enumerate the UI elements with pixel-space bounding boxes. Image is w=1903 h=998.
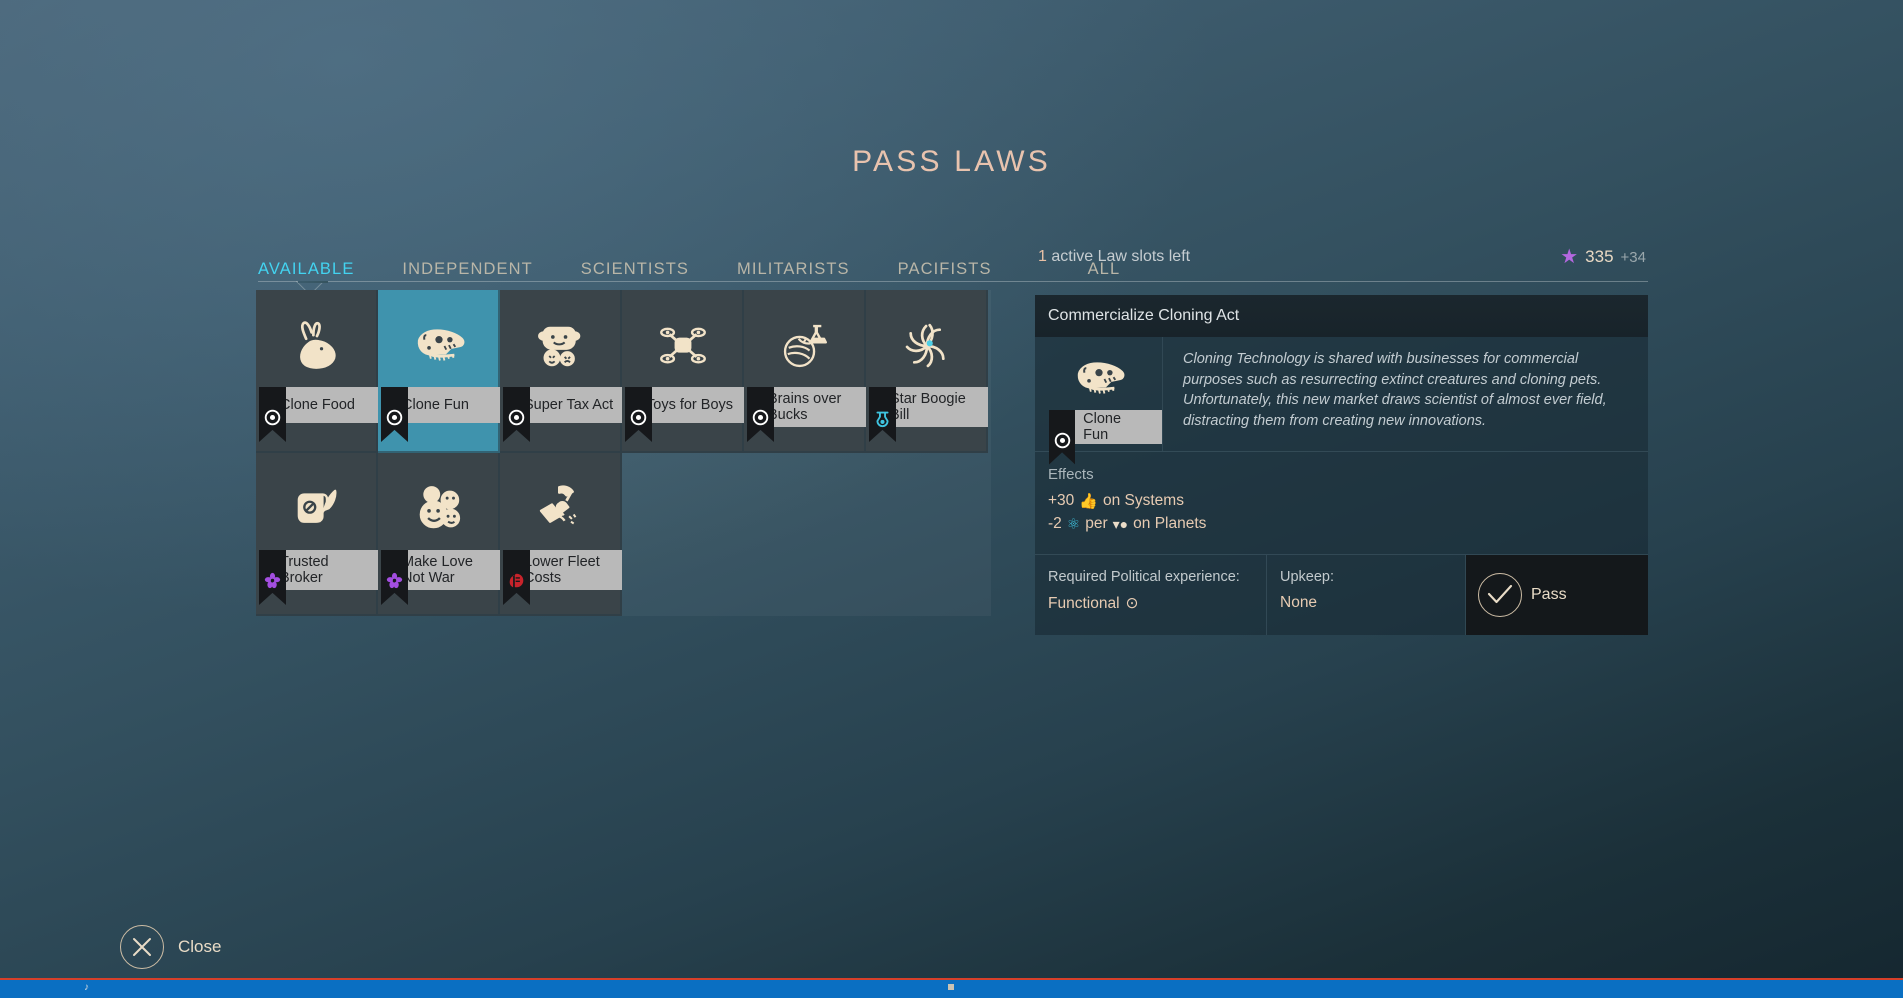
eye-badge — [503, 387, 530, 442]
page-title: PASS LAWS — [852, 145, 1051, 178]
effect-row: -2 ⚛ per ▾● on Planets — [1048, 515, 1648, 533]
tab-independent[interactable]: INDEPENDENT — [402, 260, 558, 279]
tab-available[interactable]: AVAILABLE — [258, 260, 380, 279]
effects-section: Effects +30 👍 on Systems -2 ⚛ per ▾● on … — [1035, 452, 1648, 555]
close-button-label: Close — [178, 937, 222, 956]
law-card-label: Lower Fleet Costs — [524, 554, 600, 587]
detail-chip-label: Clone Fun — [1075, 410, 1162, 444]
checkmark-icon — [1478, 573, 1522, 617]
rabbit-icon — [256, 300, 378, 392]
detail-description: Cloning Technology is shared with busine… — [1183, 351, 1607, 429]
pass-button[interactable]: Pass — [1466, 555, 1648, 635]
law-slots-count: 1 — [1038, 248, 1047, 265]
law-card[interactable]: Make Love Not War — [378, 453, 500, 616]
effect-target: on Planets — [1133, 515, 1207, 532]
requirement-value: Functional — [1048, 594, 1120, 612]
detail-title: Commercialize Cloning Act — [1035, 295, 1648, 337]
dino-skull-icon — [378, 300, 500, 392]
law-card-label-plate: Star Boogie Bill — [884, 387, 988, 428]
tab-scientists[interactable]: SCIENTISTS — [581, 260, 715, 279]
law-cards-grid: Clone Food Clone Fun Super Tax Act Toys … — [256, 290, 991, 616]
research-atom-icon: ⚛ — [1066, 516, 1081, 533]
law-card[interactable]: Toys for Boys — [622, 290, 744, 453]
currency-value: 335 — [1585, 247, 1614, 266]
requirement-value-row: Functional ⊙ — [1048, 594, 1266, 613]
flower-badge — [381, 550, 408, 605]
law-slots-label: active Law slots left — [1046, 248, 1191, 265]
law-card-label-plate: Super Tax Act — [518, 387, 622, 423]
effect-target: on Systems — [1102, 492, 1184, 509]
law-detail-panel: Commercialize Cloning Act Clone Fun Clon… — [1035, 295, 1648, 635]
law-card-label-plate: Lower Fleet Costs — [518, 550, 622, 591]
law-card-label: Brains over Bucks — [768, 391, 842, 424]
requirement-label: Required Political experience: — [1048, 569, 1240, 585]
law-card-label-plate: Toys for Boys — [640, 387, 744, 423]
close-x-icon — [120, 925, 164, 969]
taskbar-icon[interactable]: ♪ — [84, 982, 92, 993]
law-card[interactable]: Super Tax Act — [500, 290, 622, 453]
eye-badge — [747, 387, 774, 442]
flask-orbit-icon — [744, 300, 866, 392]
law-card[interactable]: Brains over Bucks — [744, 290, 866, 453]
population-icon: ▾● — [1112, 515, 1129, 532]
law-card[interactable]: Clone Food — [256, 290, 378, 453]
masks-icon — [500, 300, 622, 392]
dino-skull-icon — [1070, 350, 1128, 413]
effect-per-label: per — [1085, 515, 1108, 532]
law-card-label-plate: Clone Fun — [396, 387, 500, 423]
eye-badge — [625, 387, 652, 442]
tab-militarists[interactable]: MILITARISTS — [737, 260, 876, 279]
law-card-label: Super Tax Act — [524, 396, 614, 413]
helmet-badge — [503, 550, 530, 605]
law-card[interactable]: Clone Fun — [378, 290, 500, 453]
law-card[interactable]: Trusted Broker — [256, 453, 378, 616]
law-slots-text: 1 active Law slots left — [1038, 248, 1190, 266]
law-card-label: Clone Food — [280, 396, 355, 413]
effect-amount: -2 — [1048, 515, 1062, 532]
drone-icon — [622, 300, 744, 392]
eye-badge — [259, 387, 286, 442]
law-card-label: Make Love Not War — [402, 554, 473, 587]
effect-row: +30 👍 on Systems — [1048, 492, 1648, 510]
eye-badge — [381, 387, 408, 442]
close-button[interactable]: Close — [120, 925, 221, 969]
law-card-label-plate: Trusted Broker — [274, 550, 378, 591]
law-card-label: Toys for Boys — [646, 396, 734, 413]
requirement-cell: Required Political experience: Functiona… — [1035, 555, 1267, 635]
currency-delta: +34 — [1620, 248, 1646, 266]
spiral-icon — [866, 300, 988, 392]
flower-badge — [259, 550, 286, 605]
detail-icon-cell: Clone Fun — [1035, 337, 1163, 465]
scroll-quill-icon — [256, 463, 378, 555]
law-card-label-plate: Brains over Bucks — [762, 387, 866, 428]
effect-amount: +30 — [1048, 492, 1075, 509]
upkeep-value: None — [1280, 594, 1318, 611]
smileys-icon — [378, 463, 500, 555]
potion-badge — [869, 387, 896, 442]
influence-currency: ★ 335 +34 — [1560, 247, 1646, 267]
upkeep-cell: Upkeep: None — [1267, 555, 1466, 635]
hammer-hand-icon — [500, 463, 622, 555]
law-card-label: Trusted Broker — [280, 554, 329, 587]
effects-heading: Effects — [1048, 466, 1094, 483]
law-card[interactable]: Lower Fleet Costs — [500, 453, 622, 616]
pass-button-label: Pass — [1531, 586, 1567, 603]
taskbar-indicator — [948, 984, 954, 990]
approval-thumb-icon: 👍 — [1079, 493, 1098, 510]
detail-law-chip: Clone Fun — [1049, 409, 1162, 465]
law-card-label-plate: Make Love Not War — [396, 550, 500, 591]
os-taskbar[interactable]: ♪ — [0, 980, 1903, 998]
star-icon: ★ — [1560, 246, 1579, 268]
tab-pacifists[interactable]: PACIFISTS — [898, 260, 1018, 279]
law-card-label: Star Boogie Bill — [890, 391, 966, 424]
eye-icon: ⊙ — [1125, 595, 1139, 612]
status-bar: 1 active Law slots left ★ 335 +34 — [1035, 244, 1648, 282]
law-card[interactable]: Star Boogie Bill — [866, 290, 988, 453]
upkeep-label: Upkeep: — [1280, 569, 1335, 585]
law-card-label-plate: Clone Food — [274, 387, 378, 423]
